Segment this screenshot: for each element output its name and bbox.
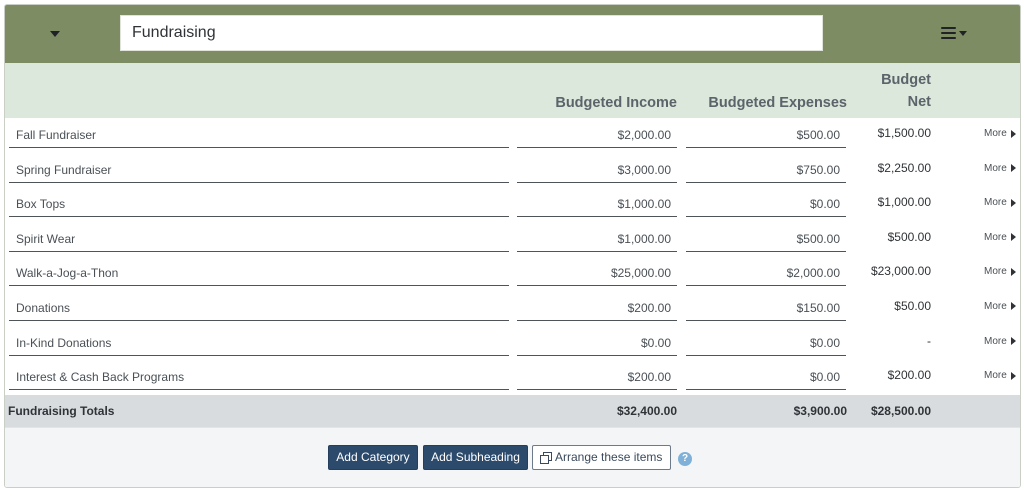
budgeted-expenses-field[interactable]: $750.00	[686, 156, 846, 183]
table-row: Interest & Cash Back Programs $200.00 $0.0…	[5, 360, 1020, 395]
table-row: Box Tops $1,000.00 $0.00 $1,000.00 More	[5, 187, 1020, 222]
table-row: In-Kind Donations $0.00 $0.00 - More	[5, 326, 1020, 361]
triangle-right-icon	[1010, 371, 1016, 380]
more-label: More	[984, 370, 1007, 382]
triangle-right-icon	[1010, 302, 1016, 311]
copy-icon	[540, 452, 552, 464]
budgeted-income-field[interactable]: $200.00	[517, 294, 677, 321]
header-budget-net: Budget Net	[881, 72, 931, 110]
budgeted-income-field[interactable]: $200.00	[517, 363, 677, 391]
budget-net-value: $2,250.00	[877, 160, 931, 175]
budget-net-value: $1,500.00	[877, 126, 931, 140]
menu-caret-icon	[959, 30, 967, 36]
table-row: Fall Fundraiser $2,000.00 $500.00 $1,500.00…	[5, 118, 1020, 153]
budget-net-value: $50.00	[894, 298, 931, 313]
more-link[interactable]: More	[984, 301, 1016, 312]
budget-net-value: $500.00	[887, 229, 931, 244]
budgeted-expenses-field[interactable]: $150.00	[686, 294, 846, 321]
category-name-field[interactable]: Donations	[9, 294, 509, 321]
more-label: More	[984, 300, 1007, 312]
budgeted-expenses-field[interactable]: $2,000.00	[686, 259, 846, 287]
header-budgeted-expenses: Budgeted Expenses	[708, 95, 847, 111]
more-label: More	[984, 162, 1007, 174]
budgeted-income-field[interactable]: $1,000.00	[517, 225, 677, 252]
more-link[interactable]: More	[984, 232, 1016, 243]
budget-net-value: $1,000.00	[877, 195, 931, 210]
category-name-field[interactable]: Spring Fundraiser	[9, 156, 509, 183]
budget-net-value: -	[927, 333, 931, 348]
budgeted-expenses-field[interactable]: $0.00	[686, 190, 846, 218]
category-name-field[interactable]: Box Tops	[9, 190, 509, 218]
section-title-input[interactable]	[120, 15, 823, 51]
more-link[interactable]: More	[984, 128, 1016, 139]
triangle-right-icon	[1010, 233, 1016, 242]
table-row: Spring Fundraiser $3,000.00 $750.00 $2,250.…	[5, 153, 1020, 188]
collapse-toggle-button[interactable]	[45, 25, 65, 43]
table-row: Donations $200.00 $150.00 $50.00 More	[5, 291, 1020, 326]
budgeted-expenses-field[interactable]: $500.00	[686, 121, 846, 148]
more-link[interactable]: More	[984, 336, 1016, 347]
budgeted-income-field[interactable]: $0.00	[517, 329, 677, 356]
budgeted-expenses-field[interactable]: $0.00	[686, 363, 846, 391]
triangle-right-icon	[1010, 337, 1016, 346]
more-label: More	[984, 266, 1007, 278]
arrange-items-label: Arrange these items	[555, 450, 663, 464]
totals-net: $28,500.00	[870, 404, 931, 418]
totals-label: Fundraising Totals	[8, 404, 115, 418]
budget-section-panel: Budgeted Income Budgeted Expenses Budget…	[4, 4, 1021, 488]
totals-income: $32,400.00	[616, 404, 677, 418]
budgeted-income-field[interactable]: $3,000.00	[517, 156, 677, 183]
totals-row: Fundraising Totals $32,400.00 $3,900.00 …	[5, 395, 1020, 427]
budgeted-expenses-field[interactable]: $0.00	[686, 329, 846, 356]
add-category-button[interactable]: Add Category	[328, 445, 418, 470]
section-footer: Add Category Add Subheading Arrange thes…	[5, 427, 1020, 487]
header-budgeted-income: Budgeted Income	[555, 95, 677, 111]
triangle-right-icon	[1010, 129, 1016, 138]
more-label: More	[984, 128, 1007, 139]
budgeted-expenses-field[interactable]: $500.00	[686, 225, 846, 252]
column-headers: Budgeted Income Budgeted Expenses Budget…	[5, 63, 1020, 118]
category-name-field[interactable]: Interest & Cash Back Programs	[9, 363, 509, 391]
budget-net-value: $23,000.00	[870, 264, 931, 279]
budgeted-income-field[interactable]: $25,000.00	[517, 259, 677, 287]
triangle-right-icon	[1010, 198, 1016, 207]
category-name-field[interactable]: Walk-a-Jog-a-Thon	[9, 259, 509, 287]
budgeted-income-field[interactable]: $1,000.00	[517, 190, 677, 218]
more-link[interactable]: More	[984, 370, 1016, 381]
category-name-field[interactable]: In-Kind Donations	[9, 329, 509, 356]
triangle-right-icon	[1010, 164, 1016, 173]
arrange-items-button[interactable]: Arrange these items	[532, 445, 671, 470]
more-label: More	[984, 335, 1007, 347]
section-header	[5, 5, 1020, 63]
more-label: More	[984, 231, 1007, 243]
table-row: Walk-a-Jog-a-Thon $25,000.00 $2,000.00 $23,…	[5, 256, 1020, 291]
add-subheading-button[interactable]: Add Subheading	[423, 445, 528, 470]
more-link[interactable]: More	[984, 197, 1016, 208]
more-label: More	[984, 197, 1007, 209]
table-row: Spirit Wear $1,000.00 $500.00 $500.00 More	[5, 222, 1020, 257]
help-icon[interactable]: ?	[678, 452, 692, 466]
budget-net-value: $200.00	[887, 368, 931, 383]
caret-down-icon	[50, 31, 60, 37]
section-menu-button[interactable]	[941, 22, 975, 44]
triangle-right-icon	[1010, 267, 1016, 276]
hamburger-menu-icon	[941, 26, 956, 40]
budgeted-income-field[interactable]: $2,000.00	[517, 121, 677, 148]
more-link[interactable]: More	[984, 266, 1016, 277]
category-name-field[interactable]: Fall Fundraiser	[9, 121, 509, 148]
budget-rows: Fall Fundraiser $2,000.00 $500.00 $1,500.00…	[5, 118, 1020, 395]
more-link[interactable]: More	[984, 163, 1016, 174]
category-name-field[interactable]: Spirit Wear	[9, 225, 509, 252]
totals-expenses: $3,900.00	[793, 404, 847, 418]
